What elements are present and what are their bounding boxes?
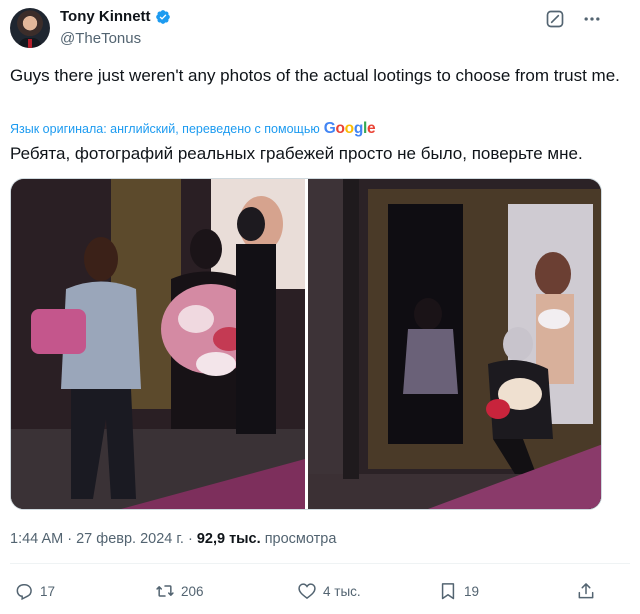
share-icon (578, 583, 594, 599)
translation-note-text: Язык оригинала: английский, переведено с… (10, 122, 320, 136)
bookmark-icon (441, 583, 455, 600)
translated-text: Ребята, фотографий реальных грабежей про… (10, 144, 583, 163)
google-logo: Google (323, 120, 376, 137)
share-button[interactable] (576, 581, 596, 601)
grok-icon[interactable] (545, 9, 565, 29)
like-count: 4 тыс. (323, 583, 361, 599)
tweet-date[interactable]: 27 февр. 2024 г. (76, 531, 184, 547)
more-icon[interactable] (582, 9, 602, 29)
avatar[interactable] (10, 8, 50, 48)
media-grid (10, 178, 602, 510)
bookmark-button[interactable]: 19 (438, 581, 479, 601)
bookmark-count: 19 (464, 583, 480, 599)
repost-icon (156, 585, 174, 597)
author-display-name[interactable]: Tony Kinnett (60, 8, 151, 25)
tweet-time[interactable]: 1:44 AM (10, 531, 63, 547)
author-name-row: Tony Kinnett (60, 8, 171, 25)
heart-icon (298, 583, 316, 600)
tweet-text: Guys there just weren't any photos of th… (10, 66, 620, 85)
tweet-header: Tony Kinnett @TheTonus (0, 0, 640, 56)
author-handle[interactable]: @TheTonus (60, 30, 141, 47)
like-button[interactable]: 4 тыс. (297, 581, 361, 601)
reply-button[interactable]: 17 (14, 581, 55, 601)
meta-separator-2: · (187, 531, 193, 547)
photo-right[interactable] (308, 179, 601, 509)
meta-separator: · (67, 531, 73, 547)
repost-button[interactable]: 206 (155, 581, 204, 601)
divider (10, 563, 630, 564)
reply-icon (16, 584, 32, 601)
translation-note[interactable]: Язык оригинала: английский, переведено с… (10, 120, 376, 138)
reply-count: 17 (40, 583, 56, 599)
verified-badge-icon (155, 9, 170, 24)
action-bar: 17 206 4 тыс. 19 (0, 573, 640, 609)
views-label: просмотра (264, 531, 337, 547)
tweet-meta: 1:44 AM · 27 февр. 2024 г. · 92,9 тыс. п… (10, 531, 336, 547)
photo-left[interactable] (11, 179, 305, 509)
repost-count: 206 (181, 583, 204, 599)
views-count: 92,9 тыс. (196, 531, 261, 547)
